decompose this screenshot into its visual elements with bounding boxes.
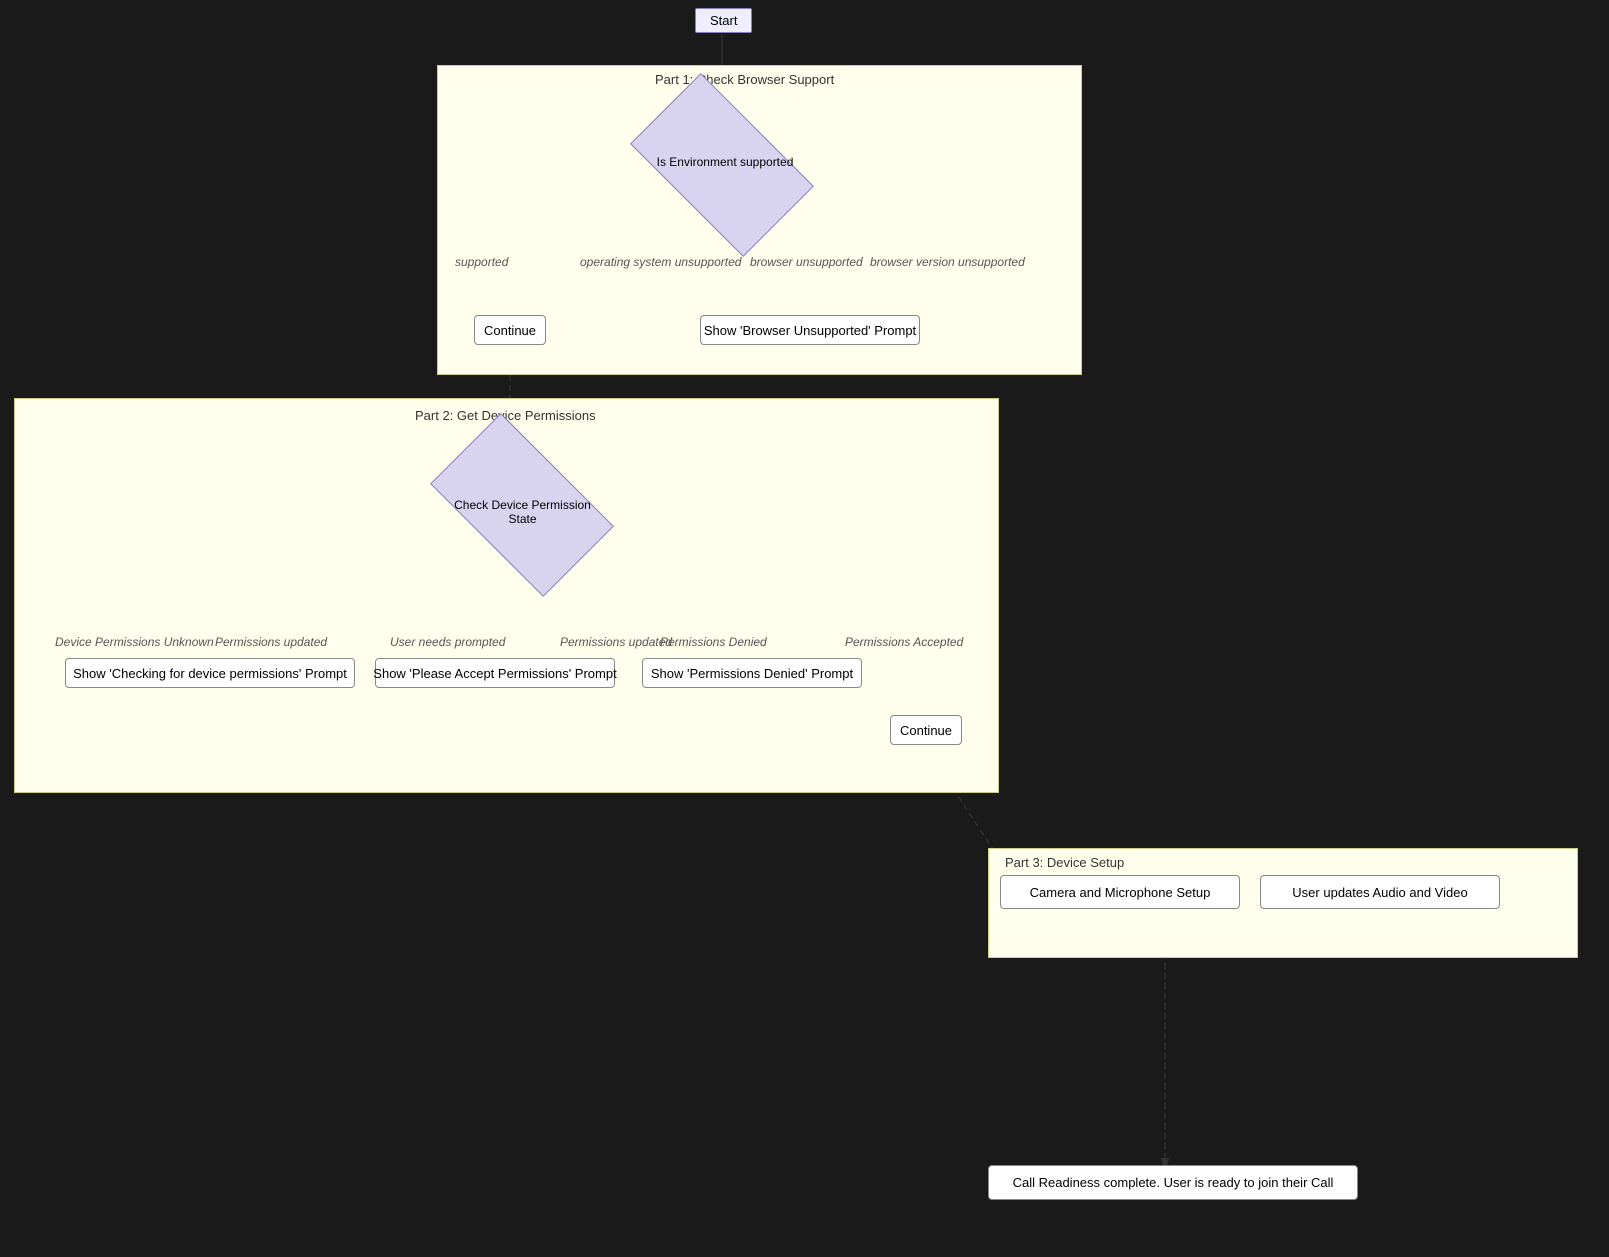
part2-checking-box: Show 'Checking for device permissions' P… <box>65 658 355 688</box>
part1-browser-prompt-label: Show 'Browser Unsupported' Prompt <box>704 323 916 338</box>
edge-permissions-accepted: Permissions Accepted <box>845 635 963 649</box>
part1-label: Part 1: Check Browser Support <box>655 72 834 87</box>
part2-please-accept-label: Show 'Please Accept Permissions' Prompt <box>373 666 616 681</box>
start-node: Start <box>695 8 752 33</box>
user-updates-label: User updates Audio and Video <box>1292 885 1467 900</box>
part2-checking-label: Show 'Checking for device permissions' P… <box>73 666 347 681</box>
final-label: Call Readiness complete. User is ready t… <box>1013 1175 1334 1190</box>
edge-supported: supported <box>455 255 508 269</box>
edge-permissions-updated2: Permissions updated <box>560 635 672 649</box>
part1-continue-box: Continue <box>474 315 546 345</box>
edge-permissions-denied: Permissions Denied <box>660 635 767 649</box>
part2-please-accept-box: Show 'Please Accept Permissions' Prompt <box>375 658 615 688</box>
edge-browser-version-unsupported: browser version unsupported <box>870 255 1025 269</box>
start-label: Start <box>710 13 737 28</box>
edge-permissions-updated1: Permissions updated <box>215 635 327 649</box>
part2-continue-label: Continue <box>900 723 952 738</box>
part2-continue-box: Continue <box>890 715 962 745</box>
part2-denied-box: Show 'Permissions Denied' Prompt <box>642 658 862 688</box>
part3-label: Part 3: Device Setup <box>1005 855 1124 870</box>
part1-browser-prompt-box: Show 'Browser Unsupported' Prompt <box>700 315 920 345</box>
edge-browser-unsupported: browser unsupported <box>750 255 863 269</box>
edge-user-needs-prompted: User needs prompted <box>390 635 505 649</box>
user-updates-box: User updates Audio and Video <box>1260 875 1500 909</box>
final-box: Call Readiness complete. User is ready t… <box>988 1165 1358 1200</box>
camera-mic-label: Camera and Microphone Setup <box>1030 885 1211 900</box>
part1-continue-label: Continue <box>484 323 536 338</box>
camera-mic-setup-box: Camera and Microphone Setup <box>1000 875 1240 909</box>
part2-denied-label: Show 'Permissions Denied' Prompt <box>651 666 853 681</box>
edge-os-unsupported: operating system unsupported <box>580 255 741 269</box>
edge-device-unknown: Device Permissions Unknown <box>55 635 214 649</box>
